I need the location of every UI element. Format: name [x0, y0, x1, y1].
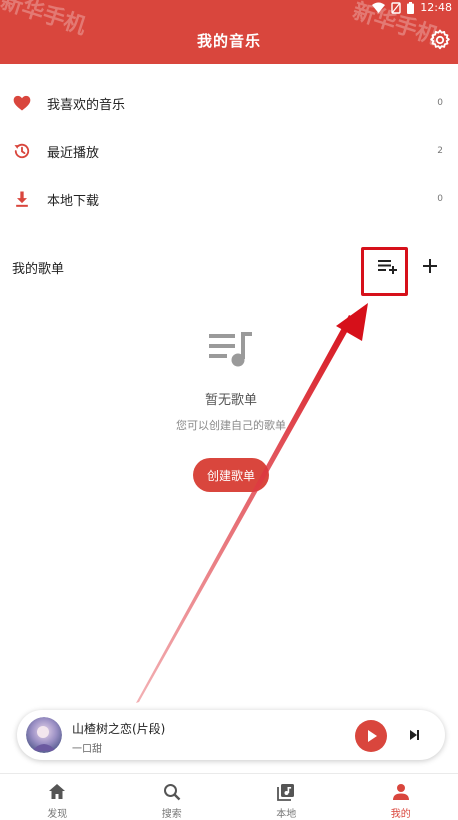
history-icon [14, 143, 30, 159]
download-icon [16, 191, 28, 207]
empty-state-title: 暂无歌单 [204, 393, 257, 408]
nav-label: 发现 [47, 809, 68, 820]
album-cover [26, 717, 62, 753]
bottom-nav: 发现 搜索 本地 我的 [0, 773, 458, 820]
nav-label: 本地 [276, 809, 297, 820]
now-playing-title: 山楂树之恋(片段) [72, 722, 166, 736]
menu-list: 我喜欢的音乐 0 最近播放 2 本地下载 0 [0, 79, 458, 223]
plus-icon[interactable] [418, 254, 442, 278]
nav-item-local[interactable]: 本地 [229, 774, 344, 820]
play-button[interactable] [355, 720, 387, 752]
page-title: 我的音乐 [196, 32, 261, 50]
heart-icon [13, 95, 31, 111]
no-sim-icon [391, 1, 401, 14]
search-icon [163, 784, 181, 801]
menu-item-recent[interactable]: 最近播放 2 [0, 127, 458, 175]
playlist-section-title: 我的歌单 [12, 262, 65, 277]
status-icons: 12:48 [372, 1, 452, 14]
play-icon [368, 730, 377, 742]
nav-item-search[interactable]: 搜索 [115, 774, 230, 820]
create-playlist-button[interactable]: 创建歌单 [193, 458, 269, 492]
battery-icon [407, 1, 415, 14]
add-to-playlist-icon[interactable] [372, 254, 402, 278]
mini-player[interactable]: 山楂树之恋(片段) 一口甜 [17, 710, 445, 760]
menu-item-label: 我喜欢的音乐 [47, 97, 126, 113]
status-time: 12:48 [420, 1, 452, 14]
nav-item-discover[interactable]: 发现 [0, 774, 115, 820]
menu-item-count: 2 [437, 146, 443, 156]
status-bar: 12:48 [0, 0, 458, 18]
empty-state-subtitle: 您可以创建自己的歌单 [176, 419, 286, 432]
home-icon [49, 784, 66, 799]
menu-item-favorites[interactable]: 我喜欢的音乐 0 [0, 79, 458, 127]
nav-item-mine[interactable]: 我的 [344, 774, 458, 820]
wifi-icon [372, 2, 386, 13]
menu-item-label: 本地下载 [47, 193, 100, 209]
music-library-icon [277, 784, 295, 801]
person-icon [392, 784, 409, 800]
next-track-icon[interactable] [405, 726, 423, 744]
app-bar: 我的音乐 [0, 18, 458, 64]
menu-item-label: 最近播放 [47, 145, 100, 161]
empty-playlist-icon [209, 332, 252, 367]
menu-item-count: 0 [437, 98, 443, 108]
gear-icon[interactable] [428, 28, 452, 52]
now-playing-artist: 一口甜 [72, 744, 102, 755]
nav-label: 我的 [390, 809, 411, 820]
nav-label: 搜索 [161, 809, 182, 820]
menu-item-count: 0 [437, 194, 443, 204]
menu-item-downloads[interactable]: 本地下载 0 [0, 175, 458, 223]
